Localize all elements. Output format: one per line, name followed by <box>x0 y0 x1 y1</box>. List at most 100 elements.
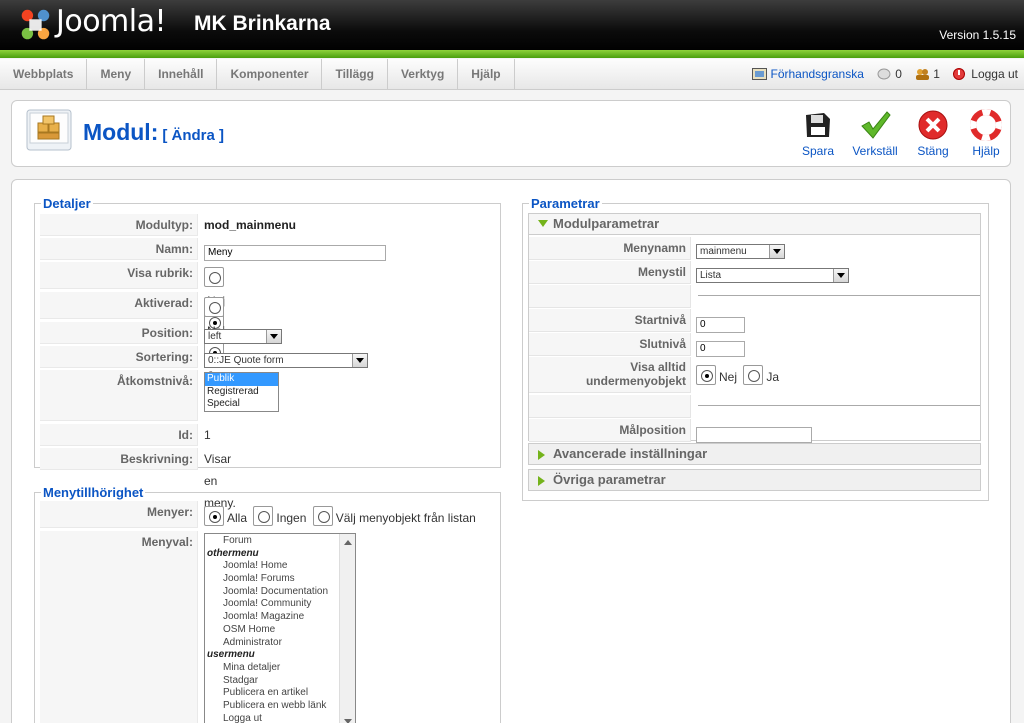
menus-none-label: Ingen <box>276 510 307 525</box>
label-position: Position: <box>40 322 198 344</box>
menu-meny[interactable]: Meny <box>87 59 146 89</box>
menu-item-option[interactable]: Publicera en artikel <box>205 687 355 700</box>
label-enabled: Aktiverad: <box>40 292 198 319</box>
name-input[interactable] <box>204 244 386 261</box>
row-target-position: Målposition <box>529 419 980 443</box>
menu-name-select[interactable]: mainmenu <box>696 244 785 260</box>
params-legend: Parametrar <box>531 196 600 211</box>
menus-all-radio[interactable] <box>204 505 224 526</box>
chevron-down-icon <box>352 354 367 368</box>
enabled-no-radio[interactable] <box>204 296 224 317</box>
access-listbox[interactable]: Publik Registrerad Special <box>204 372 279 412</box>
details-legend: Detaljer <box>43 196 91 211</box>
menu-tillagg[interactable]: Tillägg <box>322 59 388 89</box>
menu-items-listbox[interactable]: Forum othermenu Joomla! Home Joomla! Forums… <box>204 533 356 723</box>
menu-hjalp[interactable]: Hjälp <box>458 59 515 89</box>
module-params-title: Modulparametrar <box>553 216 660 231</box>
value-type: mod_mainmenu <box>204 218 297 232</box>
label-show-title: Visa rubrik: <box>40 262 198 289</box>
menu-item-option[interactable]: Administrator <box>205 637 355 650</box>
joomla-logo-icon <box>21 9 50 40</box>
close-button[interactable]: Stäng <box>903 109 963 165</box>
menu-item-option[interactable]: Stadgar <box>205 675 355 688</box>
users-status[interactable]: 1 <box>915 59 940 89</box>
access-option[interactable]: Publik <box>205 373 278 386</box>
label-name: Namn: <box>40 238 198 260</box>
close-icon <box>918 110 948 140</box>
menu-item-option[interactable]: Logga ut <box>205 713 355 723</box>
value-id: 1 <box>204 428 211 442</box>
end-level-input[interactable] <box>696 340 745 357</box>
label-menu-selection: Menyval: <box>40 531 198 723</box>
header: Joomla! MK Brinkarna Version 1.5.15 <box>0 0 1024 52</box>
menu-group-label: othermenu <box>207 547 259 559</box>
logout-link[interactable]: Logga ut <box>953 59 1018 89</box>
menu-komponenter[interactable]: Komponenter <box>217 59 323 89</box>
menus-none-radio[interactable] <box>253 505 274 526</box>
label-target-position: Målposition <box>529 419 691 442</box>
target-position-input[interactable] <box>696 426 812 443</box>
menu-verktyg[interactable]: Verktyg <box>388 59 459 89</box>
collapsed-triangle-icon <box>538 450 545 460</box>
menus-all-label: Alla <box>227 510 248 525</box>
menu-style-select[interactable]: Lista <box>696 268 849 284</box>
toolbar-box: Modul:[ Ändra ] Spara Verkställ Stäng Hj… <box>11 100 1011 167</box>
version-label: Version 1.5.15 <box>939 28 1016 42</box>
label-start-level: Startnivå <box>529 309 691 332</box>
other-params-title: Övriga parametrar <box>553 472 666 487</box>
menu-item-option[interactable]: OSM Home <box>205 624 355 637</box>
module-params-header[interactable]: Modulparametrar <box>528 213 981 235</box>
divider <box>698 405 980 406</box>
preview-link[interactable]: Förhandsgranska <box>752 59 864 89</box>
advanced-settings-header[interactable]: Avancerade inställningar <box>528 443 981 465</box>
menu-item-option[interactable]: Joomla! Home <box>205 560 355 573</box>
label-id: Id: <box>40 424 198 446</box>
apply-button[interactable]: Verkställ <box>845 109 905 165</box>
row-menu-name: Menynamn mainmenu <box>529 237 980 260</box>
lifebuoy-icon <box>970 109 1002 141</box>
params-body: Modulparametrar Menynamn mainmenu Menyst… <box>522 213 989 503</box>
menu-webbplats[interactable]: Webbplats <box>0 59 88 89</box>
menu-group-label: usermenu <box>207 649 255 661</box>
label-type: Modultyp: <box>40 214 198 236</box>
menu-item-option[interactable]: Mina detaljer <box>205 662 355 675</box>
menus-select-label: Välj menyobjekt från listan <box>335 510 476 525</box>
position-select[interactable]: left <box>204 329 282 345</box>
page-title: Modul:[ Ändra ] <box>83 119 225 145</box>
menu-item-option[interactable]: Joomla! Magazine <box>205 611 355 624</box>
label-menu-name: Menynamn <box>529 237 691 260</box>
access-option[interactable]: Special <box>205 398 278 411</box>
module-params-content: Menynamn mainmenu Menystil Lista Startni… <box>528 235 981 443</box>
menu-item-option[interactable]: Joomla! Community <box>205 598 355 611</box>
menu-item-option[interactable]: Publicera en webb länk <box>205 700 355 713</box>
messages-icon <box>877 68 891 80</box>
page-subtitle: [ Ändra ] <box>162 127 225 144</box>
show-title-no-radio[interactable] <box>204 266 224 287</box>
checkmark-icon <box>861 111 891 139</box>
always-show-yes-radio[interactable] <box>743 364 764 385</box>
module-icon <box>26 109 72 151</box>
menu-item-option[interactable]: Joomla! Documentation <box>205 586 355 599</box>
help-button[interactable]: Hjälp <box>956 109 1016 165</box>
other-params-header[interactable]: Övriga parametrar <box>528 469 981 491</box>
assignment-legend: Menytillhörighet <box>43 485 144 500</box>
menus-select-radio[interactable] <box>312 505 333 526</box>
menu-item-option[interactable]: Joomla! Forums <box>205 573 355 586</box>
users-icon <box>916 69 930 80</box>
label-menus: Menyer: <box>40 501 198 528</box>
menu-innehall[interactable]: Innehåll <box>145 59 218 89</box>
start-level-input[interactable] <box>696 316 745 333</box>
row-end-level: Slutnivå <box>529 333 980 357</box>
order-select[interactable]: 0::JE Quote form <box>204 353 368 369</box>
always-show-no-radio[interactable] <box>696 364 716 385</box>
always-show-yes-label: Ja <box>766 369 780 384</box>
main-panel: Detaljer Modultyp: mod_mainmenu Namn: Vi… <box>11 179 1011 723</box>
status-bar: Förhandsgranska 0 1 Logga ut <box>742 59 1018 89</box>
label-order: Sortering: <box>40 346 198 368</box>
access-option[interactable]: Registrerad <box>205 386 278 399</box>
menu-item-option[interactable]: Forum <box>205 535 355 548</box>
listbox-scrollbar[interactable] <box>339 534 355 723</box>
messages-status[interactable]: 0 <box>877 59 902 89</box>
save-button[interactable]: Spara <box>788 109 848 165</box>
save-icon <box>806 113 830 137</box>
